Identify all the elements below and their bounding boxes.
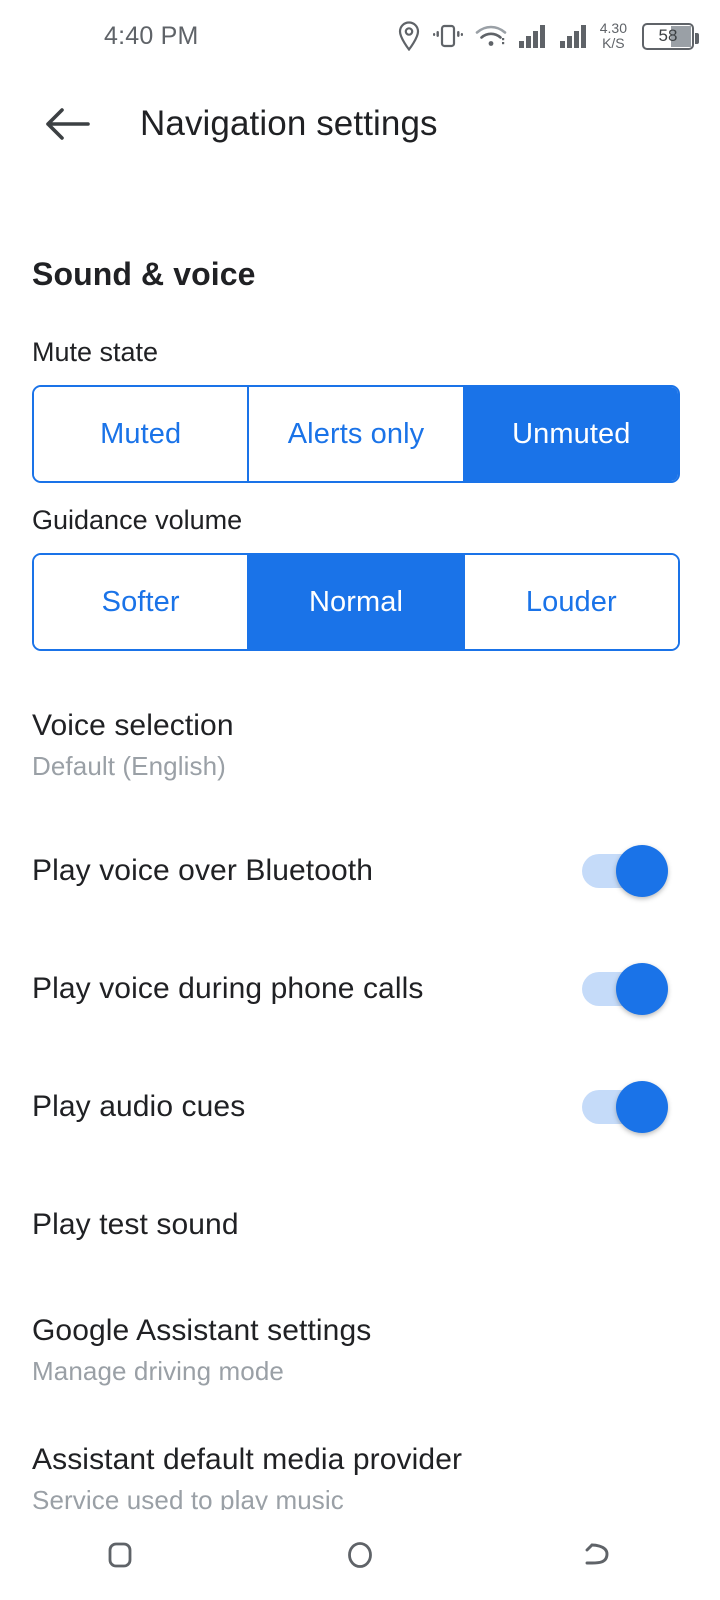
row-texts: Voice selection Default (English) xyxy=(32,709,234,782)
toggle-thumb xyxy=(616,1081,668,1133)
list-item-play-test-sound[interactable]: Play test sound xyxy=(32,1192,688,1258)
segment-alerts-only[interactable]: Alerts only xyxy=(249,387,465,481)
mute-state-label: Mute state xyxy=(32,337,159,367)
segment-normal[interactable]: Normal xyxy=(249,555,465,649)
row-texts: Play test sound xyxy=(32,1208,239,1242)
battery-percent: 58 xyxy=(658,26,678,45)
row-texts: Google Assistant settings Manage driving… xyxy=(32,1314,371,1387)
segment-softer[interactable]: Softer xyxy=(34,555,250,649)
list-item-title: Google Assistant settings xyxy=(32,1314,372,1347)
list-item-play-voice-over-bluetooth[interactable]: Play voice over Bluetooth xyxy=(32,838,688,904)
toggle-play-audio-cues[interactable] xyxy=(582,1081,668,1133)
app-bar: Navigation settings xyxy=(0,72,720,176)
home-icon[interactable] xyxy=(315,1520,405,1590)
list-item-subtitle: Manage driving mode xyxy=(32,1356,284,1386)
page-title: Navigation settings xyxy=(140,104,438,143)
mute-state-segmented-control[interactable]: Muted Alerts only Unmuted xyxy=(32,385,680,483)
status-bar-icons: 4.30 K/S 58 xyxy=(397,21,699,51)
android-navigation-bar xyxy=(0,1510,720,1600)
settings-content: Sound & voice Mute state Muted Alerts on… xyxy=(0,256,720,1516)
list-item-voice-selection[interactable]: Voice selection Default (English) xyxy=(32,709,688,782)
vibrate-icon xyxy=(432,22,464,50)
battery-icon: 58 xyxy=(642,22,699,50)
list-item-title: Play voice over Bluetooth xyxy=(32,854,374,887)
guidance-volume-segmented-control[interactable]: Softer Normal Louder xyxy=(32,553,680,651)
data-rate-value: 4.30 xyxy=(599,20,627,36)
list-item-title: Play audio cues xyxy=(32,1090,246,1123)
list-item-title: Play voice during phone calls xyxy=(32,972,424,1005)
row-texts: Play audio cues xyxy=(32,1090,245,1124)
toggle-play-voice-during-phone-calls[interactable] xyxy=(582,963,668,1015)
row-texts: Assistant default media provider Service… xyxy=(32,1443,462,1516)
data-rate-unit: K/S xyxy=(602,35,625,51)
list-item-title: Assistant default media provider xyxy=(32,1443,463,1476)
recents-icon[interactable] xyxy=(75,1520,165,1590)
list-item-subtitle: Default (English) xyxy=(32,751,226,781)
section-heading-sound-voice: Sound & voice xyxy=(32,256,256,292)
list-item-play-voice-during-phone-calls[interactable]: Play voice during phone calls xyxy=(32,956,688,1022)
segment-louder[interactable]: Louder xyxy=(464,555,678,649)
signal-bars-icon xyxy=(518,23,548,49)
toggle-thumb xyxy=(616,845,668,897)
wifi-icon xyxy=(475,23,507,49)
status-bar-clock: 4:40 PM xyxy=(104,21,199,50)
row-texts: Play voice during phone calls xyxy=(32,972,423,1006)
back-icon[interactable] xyxy=(555,1520,645,1590)
back-arrow-icon[interactable] xyxy=(38,95,96,153)
data-rate-indicator: 4.30 K/S xyxy=(600,21,627,51)
segment-muted[interactable]: Muted xyxy=(34,387,250,481)
toggle-thumb xyxy=(616,963,668,1015)
segment-unmuted[interactable]: Unmuted xyxy=(464,387,678,481)
toggle-play-voice-over-bluetooth[interactable] xyxy=(582,845,668,897)
list-item-title: Play test sound xyxy=(32,1208,239,1241)
list-item-play-audio-cues[interactable]: Play audio cues xyxy=(32,1074,688,1140)
row-texts: Play voice over Bluetooth xyxy=(32,854,373,888)
list-item-title: Voice selection xyxy=(32,709,234,742)
location-pin-icon xyxy=(397,21,421,51)
list-item-google-assistant-settings[interactable]: Google Assistant settings Manage driving… xyxy=(32,1314,688,1387)
list-item-assistant-default-media-provider[interactable]: Assistant default media provider Service… xyxy=(32,1443,688,1516)
signal-bars-icon xyxy=(559,23,589,49)
guidance-volume-label: Guidance volume xyxy=(32,505,243,535)
status-bar: 4:40 PM 4.30 K/S 58 xyxy=(0,0,720,72)
phone-screen: 4:40 PM 4.30 K/S 58 Navigation settings … xyxy=(0,0,720,1600)
